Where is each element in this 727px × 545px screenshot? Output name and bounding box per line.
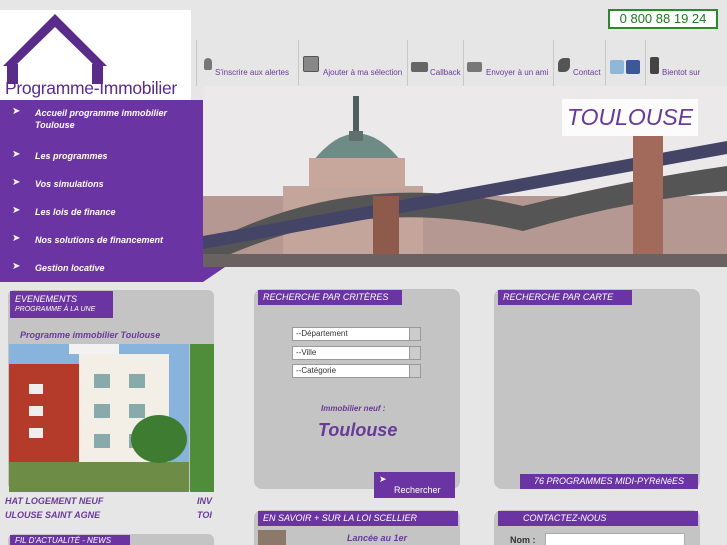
map-program-count[interactable]: 76 PROGRAMMES MIDI-PYRéNéES [520, 474, 698, 489]
bulb-icon [204, 58, 212, 70]
logo-text: Programme-Immobilier [5, 78, 177, 98]
department-select[interactable]: --Département [292, 327, 421, 341]
mail-icon [467, 62, 482, 72]
category-select[interactable]: --Catégorie [292, 364, 421, 378]
toolbar-mobile[interactable]: Bientot sur [645, 40, 727, 86]
nav-item-home[interactable]: ➤ Accueil programme immobilier Toulouse [0, 106, 203, 136]
arrow-icon: ➤ [12, 106, 21, 117]
program-caption-line2[interactable]: ULOUSE SAINT AGNE [5, 510, 100, 520]
toolbar-social [605, 40, 645, 86]
scellier-thumbnail[interactable] [258, 530, 286, 545]
contact-name-label: Nom : [510, 535, 536, 545]
chevron-down-icon [409, 365, 420, 377]
site-logo[interactable]: Programme-Immobilier [0, 10, 191, 100]
immo-label: Immobilier neuf : [321, 404, 386, 413]
news-header: FIL D'ACTUALITÉ - NEWS [10, 535, 130, 545]
next-caption-line2[interactable]: TOI [197, 510, 212, 520]
arrow-icon: ➤ [12, 205, 21, 216]
arrow-icon: ➤ [12, 177, 21, 188]
toolbar-add-selection[interactable]: Ajouter à ma sélection [298, 40, 407, 86]
download-icon [303, 56, 319, 72]
criteria-search-header: RECHERCHE PAR CRITÈRES [258, 290, 402, 305]
toolbar-send-friend[interactable]: Envoyer à un ami [463, 40, 553, 86]
nav-item-gestion-locative[interactable]: ➤ Gestion locative [0, 261, 203, 287]
arrow-icon: ➤ [12, 149, 21, 160]
chevron-down-icon [409, 328, 420, 340]
mobile-icon [650, 57, 659, 74]
keyboard-icon [411, 62, 428, 72]
next-program-photo[interactable] [190, 344, 214, 492]
arrow-icon: ➤ [12, 233, 21, 244]
featured-program-title[interactable]: Programme immobilier Toulouse [20, 330, 160, 340]
search-button[interactable]: ➤ Rechercher [374, 472, 455, 498]
arrow-icon: ➤ [379, 474, 387, 484]
program-caption-line1[interactable]: HAT LOGEMENT NEUF [5, 496, 103, 506]
nav-item-simulations[interactable]: ➤ Vos simulations [0, 177, 203, 203]
contact-header: CONTACTEZ-NOUS [498, 511, 698, 526]
arrow-icon: ➤ [12, 261, 21, 272]
map-search-panel[interactable] [494, 289, 700, 489]
toolbar-alerts[interactable]: S'inscrire aux alertes [196, 40, 298, 86]
nav-item-financement[interactable]: ➤ Nos solutions de financement [0, 233, 203, 259]
scellier-text: Lancée au 1er [347, 533, 408, 543]
criteria-search-panel [254, 289, 460, 489]
next-caption-line1[interactable]: INV [197, 496, 212, 506]
toolbar-contact[interactable]: Contact [553, 40, 605, 86]
scellier-header: EN SAVOIR + SUR LA LOI SCELLIER [258, 511, 458, 526]
map-search-header: RECHERCHE PAR CARTE [498, 290, 632, 305]
chevron-down-icon [409, 347, 420, 359]
main-nav: ➤ Accueil programme immobilier Toulouse … [0, 100, 203, 282]
building-illustration [9, 344, 189, 492]
phone-number[interactable]: 0 800 88 19 24 [608, 9, 718, 29]
immo-city[interactable]: Toulouse [318, 420, 397, 441]
nav-item-programmes[interactable]: ➤ Les programmes [0, 149, 203, 175]
featured-program-photo[interactable] [9, 344, 189, 492]
toolbar: S'inscrire aux alertes Ajouter à ma séle… [196, 40, 727, 86]
toolbar-callback[interactable]: Callback [407, 40, 463, 86]
phone-icon [558, 58, 570, 72]
hero-city-label: TOULOUSE [562, 99, 698, 136]
events-header: EVENEMENTS PROGRAMME À LA UNE [10, 291, 113, 318]
house-logo-icon [3, 14, 107, 84]
nav-corner-decoration [203, 267, 225, 282]
page: Programme-Immobilier 0 800 88 19 24 S'in… [0, 0, 727, 545]
twitter-icon[interactable] [610, 60, 624, 74]
facebook-icon[interactable] [626, 60, 640, 74]
nav-item-lois-finance[interactable]: ➤ Les lois de finance [0, 205, 203, 231]
city-select[interactable]: --Ville [292, 346, 421, 360]
contact-name-field[interactable] [545, 533, 685, 545]
